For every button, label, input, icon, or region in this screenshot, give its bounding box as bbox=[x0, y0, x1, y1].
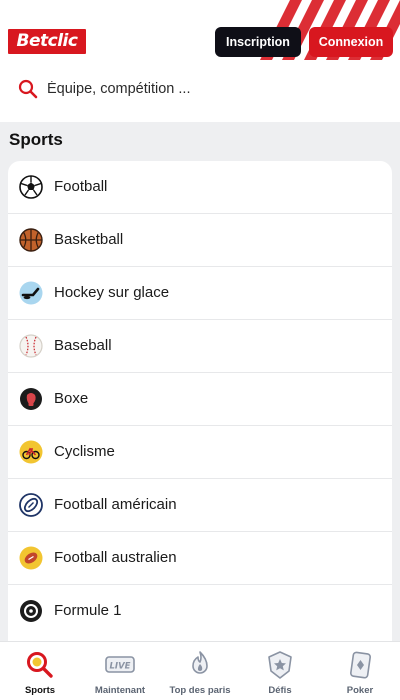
bottom-navigation: Sports LIVE Maintenant Top des paris Déf… bbox=[0, 641, 400, 700]
connexion-button[interactable]: Connexion bbox=[309, 27, 393, 57]
sport-item-cyclisme[interactable]: Cyclisme bbox=[8, 426, 392, 479]
nav-label: Poker bbox=[346, 685, 374, 696]
nav-item-defis[interactable]: Défis bbox=[240, 642, 320, 700]
sport-label: Football américain bbox=[54, 496, 177, 513]
sport-label: Football australien bbox=[54, 549, 177, 566]
nav-label: Défis bbox=[268, 685, 292, 696]
formula-1-icon bbox=[19, 599, 43, 623]
sport-item-hockey[interactable]: Hockey sur glace bbox=[8, 267, 392, 320]
live-icon: LIVE bbox=[104, 650, 136, 680]
australian-football-icon bbox=[19, 546, 43, 570]
inscription-button[interactable]: Inscription bbox=[215, 27, 301, 57]
star-shield-icon bbox=[264, 650, 296, 680]
cycling-icon bbox=[19, 440, 43, 464]
sport-item-football[interactable]: Football bbox=[8, 161, 392, 214]
nav-item-top-des-paris[interactable]: Top des paris bbox=[160, 642, 240, 700]
nav-label: Top des paris bbox=[169, 685, 231, 696]
search-input[interactable] bbox=[47, 76, 377, 102]
sport-item-baseball[interactable]: Baseball bbox=[8, 320, 392, 373]
sport-label: Boxe bbox=[54, 390, 89, 407]
sports-section-title: Sports bbox=[9, 130, 63, 149]
sports-search-icon bbox=[24, 650, 56, 680]
nav-item-poker[interactable]: Poker bbox=[320, 642, 400, 700]
betclic-logo[interactable]: Betclic bbox=[8, 29, 86, 54]
sport-item-boxe[interactable]: Boxe bbox=[8, 373, 392, 426]
american-football-icon bbox=[19, 493, 43, 517]
sport-label: Baseball bbox=[54, 337, 112, 354]
football-icon bbox=[19, 175, 43, 199]
sport-item-formule-1[interactable]: Formule 1 bbox=[8, 585, 392, 638]
nav-item-sports[interactable]: Sports bbox=[0, 642, 80, 700]
ice-hockey-icon bbox=[19, 281, 43, 305]
nav-label: Maintenant bbox=[94, 685, 146, 696]
search-icon bbox=[18, 79, 38, 99]
sport-item-football-australien[interactable]: Football australien bbox=[8, 532, 392, 585]
top-header: Betclic Inscription Connexion bbox=[0, 0, 400, 122]
search-bar[interactable] bbox=[0, 70, 400, 108]
flame-icon bbox=[184, 650, 216, 680]
sport-label: Cyclisme bbox=[54, 443, 115, 460]
sport-label: Hockey sur glace bbox=[54, 284, 170, 301]
nav-label: Sports bbox=[24, 685, 56, 696]
baseball-icon bbox=[19, 334, 43, 358]
sport-label: Basketball bbox=[54, 231, 124, 248]
live-badge-text: LIVE bbox=[110, 662, 131, 672]
basketball-icon bbox=[19, 228, 43, 252]
sport-label: Football bbox=[54, 178, 108, 195]
sport-label: Formule 1 bbox=[54, 602, 122, 619]
sport-item-basketball[interactable]: Basketball bbox=[8, 214, 392, 267]
sports-list: Football Basketball Hockey sur glace Bas… bbox=[8, 161, 392, 641]
sport-item-football-americain[interactable]: Football américain bbox=[8, 479, 392, 532]
boxing-icon bbox=[19, 387, 43, 411]
playing-card-icon bbox=[344, 650, 376, 680]
nav-item-maintenant[interactable]: LIVE Maintenant bbox=[80, 642, 160, 700]
